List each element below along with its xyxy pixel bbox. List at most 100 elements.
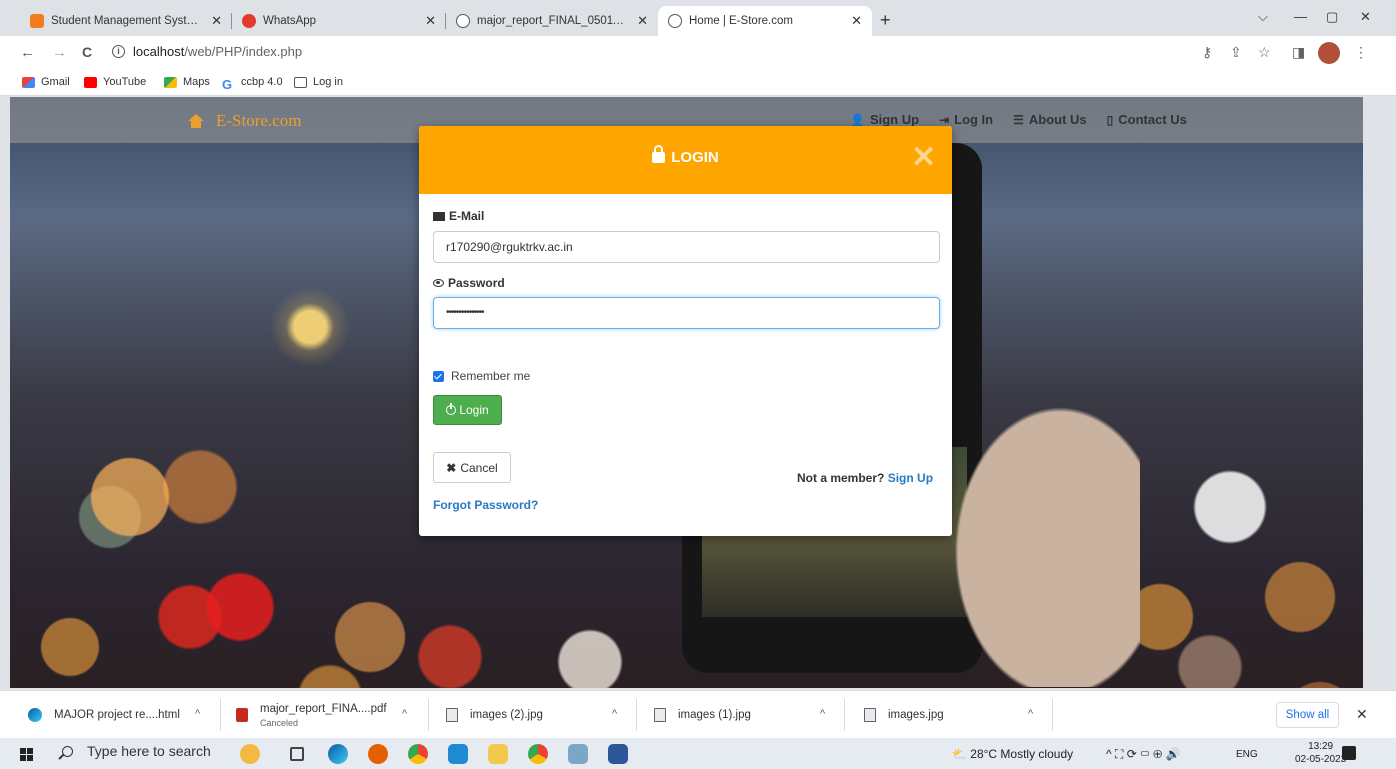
notification-icon[interactable] bbox=[1342, 746, 1356, 760]
minimize-button[interactable]: — bbox=[1294, 9, 1307, 24]
profile-avatar[interactable] bbox=[1318, 42, 1340, 64]
forward-button[interactable]: → bbox=[52, 44, 67, 61]
pdf-icon bbox=[236, 708, 248, 722]
eye-icon bbox=[433, 279, 444, 287]
tab-home-estore[interactable]: Home | E-Store.com ✕ bbox=[658, 6, 872, 36]
download-item[interactable]: images.jpg bbox=[864, 691, 944, 739]
edge-icon[interactable] bbox=[328, 744, 348, 764]
windows-start-icon[interactable] bbox=[20, 748, 33, 761]
chrome-icon[interactable] bbox=[408, 744, 428, 764]
new-tab-button[interactable]: + bbox=[880, 10, 891, 31]
google-icon: G bbox=[222, 76, 233, 92]
sign-up-link[interactable]: Sign Up bbox=[888, 471, 933, 485]
word-icon[interactable] bbox=[608, 744, 628, 764]
cancel-button[interactable]: ✖ Cancel bbox=[433, 452, 511, 483]
nav-sign-up[interactable]: 👤 Sign Up bbox=[850, 112, 919, 127]
tab-whatsapp[interactable]: WhatsApp ✕ bbox=[232, 6, 446, 36]
weather-widget[interactable]: ⛅ 28°C Mostly cloudy bbox=[952, 747, 1073, 761]
system-clock[interactable]: 13:29 02-05-2023 bbox=[1295, 740, 1346, 766]
side-panel-icon[interactable]: ◨ bbox=[1292, 44, 1305, 61]
close-icon: ✖ bbox=[446, 460, 457, 475]
image-file-icon bbox=[864, 708, 876, 722]
bookmark-log-in[interactable]: Log in bbox=[294, 76, 343, 88]
tab-major-report-pdf[interactable]: major_report_FINAL_050119.pdf ✕ bbox=[446, 6, 658, 36]
close-icon[interactable]: ✕ bbox=[851, 13, 862, 29]
forgot-password-link[interactable]: Forgot Password? bbox=[433, 498, 538, 512]
password-field[interactable]: ••••••••••••••• bbox=[433, 297, 940, 329]
phone-icon: ▯ bbox=[1106, 112, 1114, 127]
search-icon bbox=[62, 745, 73, 757]
divider bbox=[636, 699, 637, 731]
bookmarks-bar: Gmail YouTube Maps G ccbp 4.0 Log in bbox=[0, 70, 1396, 96]
download-name: images.jpg bbox=[888, 709, 944, 721]
bookmark-ccbp[interactable]: G ccbp 4.0 bbox=[222, 76, 283, 92]
bookmark-star-icon[interactable]: ☆ bbox=[1258, 44, 1271, 61]
tab-title: major_report_FINAL_050119.pdf bbox=[477, 15, 630, 27]
home-icon bbox=[188, 114, 204, 128]
user-icon: 👤 bbox=[850, 112, 865, 127]
download-status: Canceled bbox=[260, 717, 299, 728]
download-text: major_report_FINA....pdf Canceled bbox=[260, 703, 387, 728]
widgets-icon[interactable] bbox=[240, 744, 260, 764]
file-explorer-icon[interactable] bbox=[488, 744, 508, 764]
vscode-icon[interactable] bbox=[448, 744, 468, 764]
close-icon[interactable]: ✕ bbox=[637, 13, 648, 29]
site-brand[interactable]: E-Store.com bbox=[188, 111, 301, 131]
share-icon[interactable]: ⇪ bbox=[1230, 44, 1242, 61]
app-icon[interactable] bbox=[568, 744, 588, 764]
bookmark-gmail[interactable]: Gmail bbox=[22, 76, 70, 88]
gmail-icon bbox=[22, 76, 35, 88]
not-member-label: Not a member? bbox=[797, 471, 885, 485]
remember-me[interactable]: Remember me bbox=[433, 369, 530, 383]
taskbar-search[interactable]: Type here to search bbox=[62, 743, 211, 759]
youtube-icon bbox=[84, 76, 97, 88]
site-info-icon[interactable]: i bbox=[112, 45, 125, 58]
email-field[interactable]: r170290@rguktrkv.ac.in bbox=[433, 231, 940, 263]
chevron-up-icon[interactable]: ^ bbox=[820, 708, 825, 720]
login-button-label: Login bbox=[459, 403, 489, 417]
browser-toolbar: ← → C i localhost/web/PHP/index.php ⚷ ⇪ … bbox=[0, 36, 1396, 70]
back-button[interactable]: ← bbox=[20, 44, 35, 61]
nav-contact-us[interactable]: ▯ Contact Us bbox=[1107, 112, 1187, 127]
nav-about-us[interactable]: ☰ About Us bbox=[1013, 112, 1087, 127]
search-placeholder: Type here to search bbox=[87, 743, 211, 759]
address-path: /web/PHP/index.php bbox=[184, 44, 303, 59]
download-item[interactable]: images (1).jpg bbox=[654, 691, 751, 739]
firefox-icon[interactable] bbox=[368, 744, 388, 764]
chevron-up-icon[interactable]: ^ bbox=[195, 708, 200, 720]
email-label-text: E-Mail bbox=[449, 209, 485, 223]
chevron-up-icon[interactable]: ^ bbox=[1028, 708, 1033, 720]
reload-button[interactable]: C bbox=[82, 44, 92, 60]
nav-log-in[interactable]: ⇥ Log In bbox=[939, 112, 993, 127]
tab-student-management[interactable]: Student Management System|||D ✕ bbox=[20, 6, 232, 36]
modal-close-button[interactable]: ✕ bbox=[911, 143, 936, 173]
window-close-button[interactable]: ✕ bbox=[1360, 9, 1371, 25]
download-item[interactable]: major_report_FINA....pdf Canceled bbox=[236, 691, 387, 739]
download-item[interactable]: MAJOR project re....html bbox=[28, 691, 180, 739]
language-indicator[interactable]: ENG bbox=[1236, 749, 1258, 760]
bookmark-maps[interactable]: Maps bbox=[164, 76, 210, 88]
chrome-icon[interactable] bbox=[528, 744, 548, 764]
bookmark-youtube[interactable]: YouTube bbox=[84, 76, 146, 88]
chevron-up-icon[interactable]: ^ bbox=[612, 708, 617, 720]
key-icon[interactable]: ⚷ bbox=[1202, 44, 1212, 61]
menu-icon[interactable]: ⋮ bbox=[1354, 44, 1368, 61]
close-icon[interactable]: ✕ bbox=[211, 13, 222, 29]
download-item[interactable]: images (2).jpg bbox=[446, 691, 543, 739]
task-view-icon[interactable] bbox=[290, 747, 304, 761]
login-button[interactable]: Login bbox=[433, 395, 502, 425]
maximize-button[interactable]: ▢ bbox=[1326, 9, 1338, 25]
nav-label: About Us bbox=[1028, 112, 1087, 127]
tab-title: WhatsApp bbox=[263, 15, 317, 27]
tab-search-icon[interactable]: ⌵ bbox=[1258, 9, 1268, 25]
lock-icon bbox=[652, 145, 666, 163]
download-bar-close-button[interactable]: ✕ bbox=[1356, 706, 1368, 723]
whatsapp-icon bbox=[242, 14, 256, 28]
power-icon bbox=[446, 403, 457, 415]
show-all-button[interactable]: Show all bbox=[1276, 702, 1339, 728]
remember-checkbox[interactable] bbox=[433, 370, 444, 382]
close-icon[interactable]: ✕ bbox=[425, 13, 436, 29]
address-bar[interactable]: i localhost/web/PHP/index.php bbox=[112, 44, 302, 59]
tray-icons[interactable]: ^ ⛶ ⟳ ▭ ⊕ 🔊 bbox=[1106, 747, 1181, 762]
chevron-up-icon[interactable]: ^ bbox=[402, 708, 407, 720]
